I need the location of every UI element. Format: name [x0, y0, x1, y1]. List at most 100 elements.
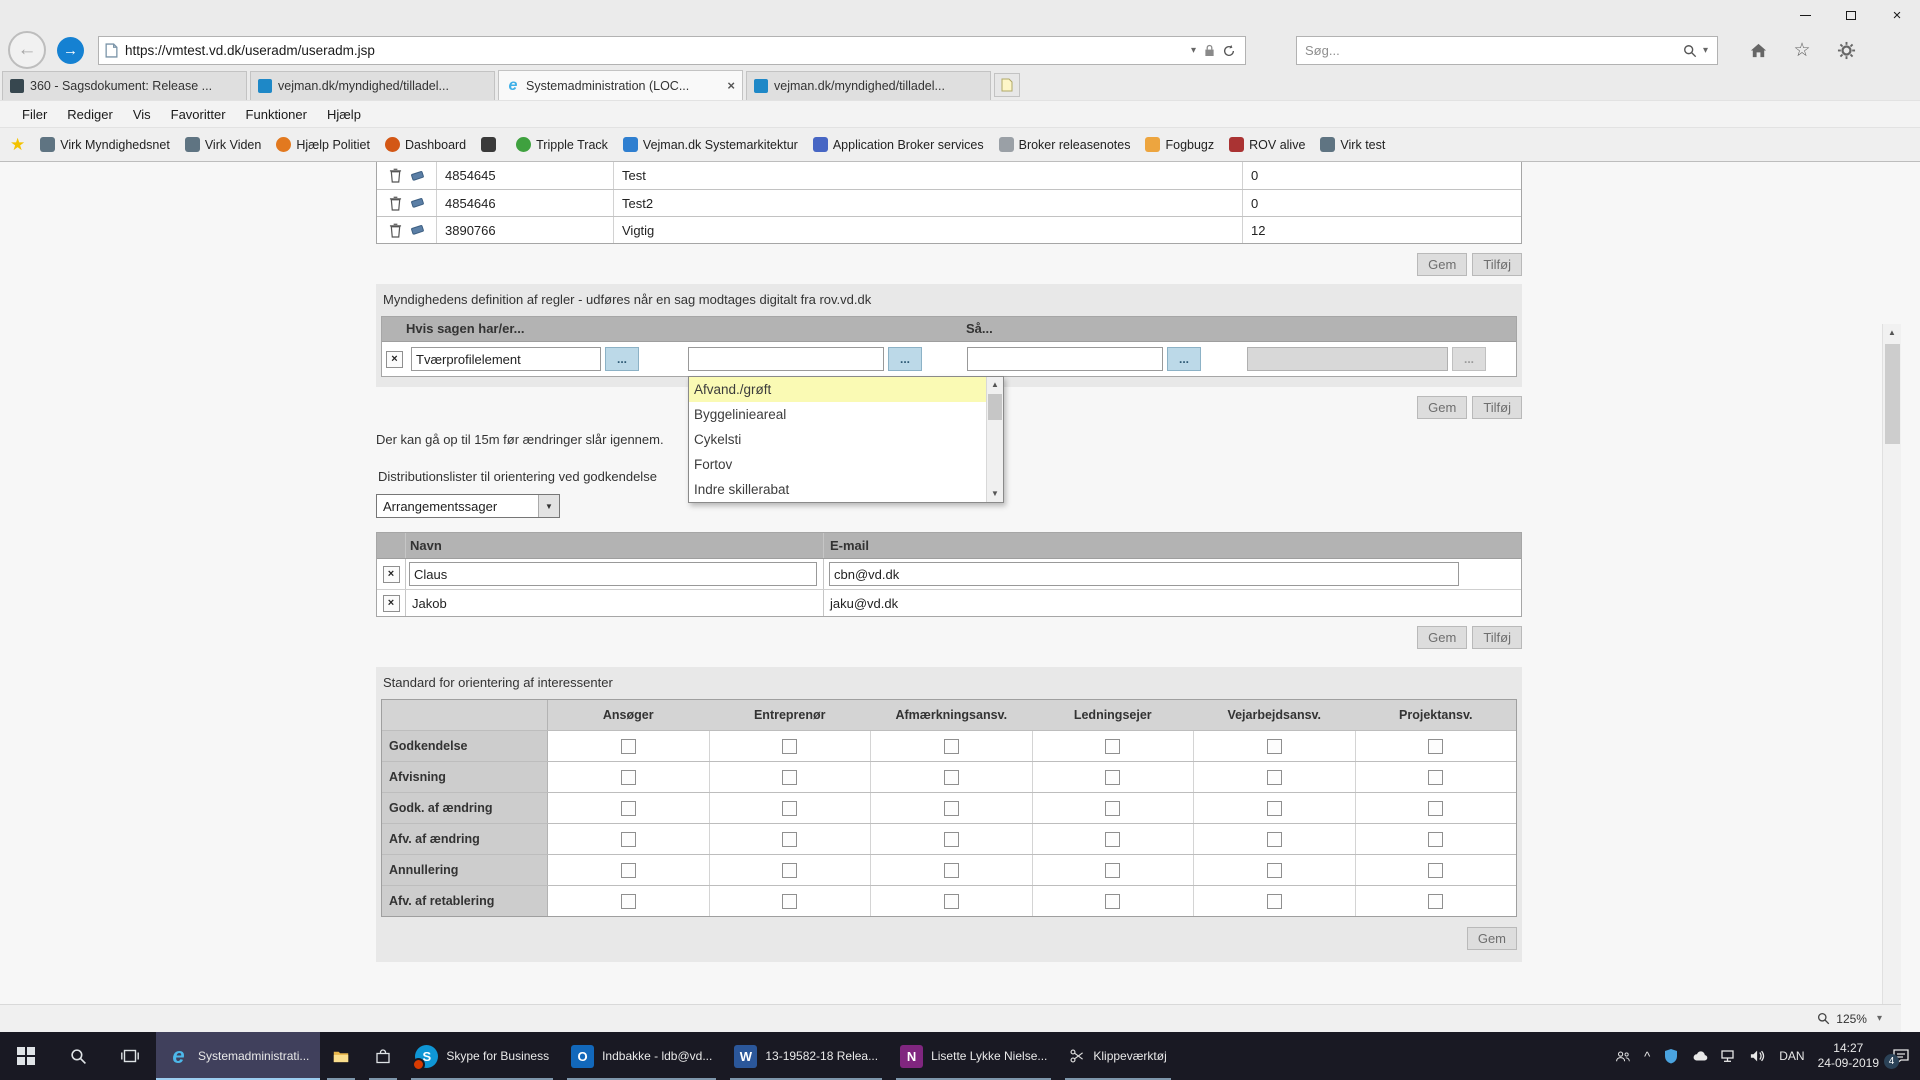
favorite-item[interactable]: Virk test	[1320, 137, 1385, 152]
save-button[interactable]: Gem	[1417, 626, 1467, 649]
network-icon[interactable]	[1721, 1048, 1737, 1064]
favorite-item[interactable]: Vejman.dk Systemarkitektur	[623, 137, 798, 152]
favorite-item[interactable]: ROV alive	[1229, 137, 1305, 152]
delete-trash-icon[interactable]	[388, 222, 404, 238]
new-tab-button[interactable]	[994, 73, 1020, 97]
notify-checkbox[interactable]	[782, 770, 797, 785]
add-button[interactable]: Tilføj	[1472, 253, 1522, 276]
taskbar-app-skype[interactable]: S Skype for Business	[404, 1032, 560, 1080]
delete-recipient-button[interactable]: ×	[383, 595, 400, 612]
menu-filer[interactable]: Filer	[12, 107, 57, 122]
eraser-icon[interactable]	[410, 222, 426, 238]
condition-type-input[interactable]	[411, 347, 601, 371]
favorite-item[interactable]: Application Broker services	[813, 137, 984, 152]
scroll-up-arrow[interactable]: ▲	[1883, 324, 1901, 342]
taskbar-search-icon[interactable]	[52, 1032, 104, 1080]
notify-checkbox[interactable]	[1267, 863, 1282, 878]
add-button[interactable]: Tilføj	[1472, 396, 1522, 419]
search-box[interactable]: Søg... ▾	[1296, 36, 1718, 65]
notify-checkbox[interactable]	[1267, 801, 1282, 816]
dropdown-option-selected[interactable]: Afvand./grøft	[689, 377, 986, 402]
notify-checkbox[interactable]	[621, 770, 636, 785]
delete-recipient-button[interactable]: ×	[383, 566, 400, 583]
condition-value-input[interactable]	[688, 347, 884, 371]
notify-checkbox[interactable]	[1428, 770, 1443, 785]
forward-button[interactable]: →	[57, 37, 84, 64]
window-minimize-button[interactable]	[1782, 0, 1828, 30]
action-center-icon[interactable]: 4	[1892, 1048, 1910, 1064]
onedrive-cloud-icon[interactable]	[1692, 1048, 1708, 1064]
window-close-button[interactable]: ×	[1874, 0, 1920, 30]
notify-checkbox[interactable]	[944, 739, 959, 754]
taskbar-app-store[interactable]	[362, 1032, 404, 1080]
volume-icon[interactable]	[1750, 1048, 1766, 1064]
notify-checkbox[interactable]	[782, 739, 797, 754]
scrollbar-thumb[interactable]	[1885, 344, 1900, 444]
dropdown-option[interactable]: Indre skillerabat	[689, 477, 986, 502]
favorites-star-icon[interactable]: ☆	[1786, 37, 1818, 64]
delete-trash-icon[interactable]	[388, 195, 404, 211]
notify-checkbox[interactable]	[782, 832, 797, 847]
task-view-icon[interactable]	[104, 1032, 156, 1080]
tab-close-icon[interactable]: ×	[727, 78, 735, 93]
favorite-item[interactable]	[481, 137, 501, 152]
eraser-icon[interactable]	[410, 195, 426, 211]
taskbar-app-outlook[interactable]: O Indbakke - ldb@vd...	[560, 1032, 723, 1080]
dropdown-option[interactable]: Fortov	[689, 452, 986, 477]
notify-checkbox[interactable]	[1105, 894, 1120, 909]
select-dropdown-arrow[interactable]: ▼	[538, 495, 559, 517]
menu-hjaelp[interactable]: Hjælp	[317, 107, 371, 122]
recipient-name-input[interactable]	[409, 562, 817, 586]
favorite-item[interactable]: Fogbugz	[1145, 137, 1214, 152]
notify-checkbox[interactable]	[1105, 801, 1120, 816]
tab-360-sagsdokument[interactable]: 360 - Sagsdokument: Release ...	[2, 71, 247, 100]
tray-expand-chevron[interactable]: ^	[1644, 1049, 1650, 1064]
address-dropdown-arrow[interactable]: ▾	[1186, 45, 1201, 56]
favorite-item[interactable]: Hjælp Politiet	[276, 137, 370, 152]
people-icon[interactable]	[1615, 1048, 1631, 1064]
notify-checkbox[interactable]	[944, 863, 959, 878]
menu-favoritter[interactable]: Favoritter	[161, 107, 236, 122]
notify-checkbox[interactable]	[1428, 801, 1443, 816]
notify-checkbox[interactable]	[1105, 832, 1120, 847]
eraser-icon[interactable]	[410, 168, 426, 184]
notify-checkbox[interactable]	[621, 894, 636, 909]
notify-checkbox[interactable]	[782, 894, 797, 909]
dropdown-scrollbar[interactable]: ▲ ▼	[986, 377, 1003, 502]
taskbar-app-word[interactable]: W 13-19582-18 Relea...	[723, 1032, 889, 1080]
language-indicator[interactable]: DAN	[1779, 1049, 1804, 1063]
notify-checkbox[interactable]	[1428, 863, 1443, 878]
save-button[interactable]: Gem	[1417, 253, 1467, 276]
tab-vejman-1[interactable]: vejman.dk/myndighed/tilladel...	[250, 71, 495, 100]
notify-checkbox[interactable]	[1428, 739, 1443, 754]
favorite-item[interactable]: Dashboard	[385, 137, 466, 152]
dropdown-option[interactable]: Byggelinieareal	[689, 402, 986, 427]
back-button[interactable]: ←	[8, 31, 46, 69]
notify-checkbox[interactable]	[1428, 832, 1443, 847]
save-button[interactable]: Gem	[1467, 927, 1517, 950]
notify-checkbox[interactable]	[1267, 770, 1282, 785]
notify-checkbox[interactable]	[944, 770, 959, 785]
notify-checkbox[interactable]	[782, 801, 797, 816]
start-button[interactable]	[0, 1032, 52, 1080]
notify-checkbox[interactable]	[621, 801, 636, 816]
delete-rule-button[interactable]: ×	[386, 351, 403, 368]
notify-checkbox[interactable]	[1105, 863, 1120, 878]
recipient-email-input[interactable]	[829, 562, 1459, 586]
notify-checkbox[interactable]	[621, 832, 636, 847]
taskbar-app-snipping-tool[interactable]: Klippeværktøj	[1058, 1032, 1177, 1080]
defender-shield-icon[interactable]	[1663, 1048, 1679, 1064]
favorites-bar-star-icon[interactable]: ★	[10, 135, 25, 155]
menu-rediger[interactable]: Rediger	[57, 107, 123, 122]
favorite-item[interactable]: Virk Viden	[185, 137, 262, 152]
condition-value-picker-button[interactable]: ...	[888, 347, 922, 371]
taskbar-app-file-explorer[interactable]	[320, 1032, 362, 1080]
notify-checkbox[interactable]	[1428, 894, 1443, 909]
search-dropdown-arrow[interactable]: ▾	[1698, 45, 1713, 56]
notify-checkbox[interactable]	[1105, 739, 1120, 754]
settings-gear-icon[interactable]	[1830, 37, 1862, 64]
distribution-list-select[interactable]: Arrangementssager ▼	[376, 494, 560, 518]
scroll-down-arrow[interactable]: ▼	[987, 486, 1003, 502]
taskbar-app-onenote[interactable]: N Lisette Lykke Nielse...	[889, 1032, 1058, 1080]
taskbar-app-internet-explorer[interactable]: e Systemadministrati...	[156, 1032, 320, 1080]
